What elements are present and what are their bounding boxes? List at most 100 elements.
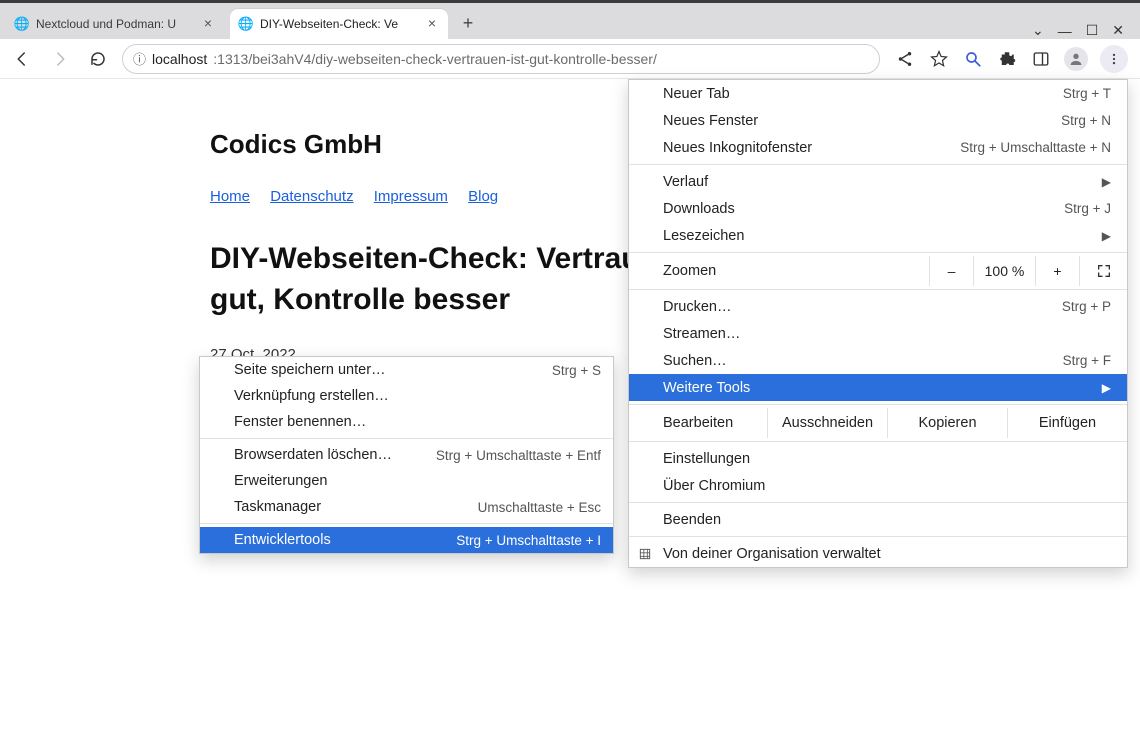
- submenu-create-shortcut[interactable]: Verknüpfung erstellen…: [200, 383, 613, 409]
- menu-print[interactable]: Drucken… Strg + P: [629, 293, 1127, 320]
- menu-new-incognito[interactable]: Neues Inkognitofenster Strg + Umschaltta…: [629, 134, 1127, 161]
- zoom-out-button[interactable]: –: [929, 256, 973, 286]
- menu-item-label: Beenden: [663, 512, 1111, 528]
- submenu-devtools[interactable]: Entwicklertools Strg + Umschalttaste + I: [200, 527, 613, 553]
- nav-link-blog[interactable]: Blog: [468, 188, 498, 205]
- menu-item-label: Seite speichern unter…: [234, 362, 552, 378]
- fullscreen-button[interactable]: [1079, 256, 1127, 286]
- bookmark-star-icon[interactable]: [928, 48, 950, 70]
- menu-item-label: Über Chromium: [663, 478, 1111, 494]
- menu-item-shortcut: Strg + F: [1063, 353, 1111, 368]
- menu-more-tools[interactable]: Weitere Tools ▶: [629, 374, 1127, 401]
- submenu-save-as[interactable]: Seite speichern unter… Strg + S: [200, 357, 613, 383]
- menu-item-shortcut: Strg + T: [1063, 86, 1111, 101]
- menu-item-label: Neues Fenster: [663, 113, 1061, 129]
- globe-icon: 🌐: [14, 16, 30, 32]
- menu-cast[interactable]: Streamen…: [629, 320, 1127, 347]
- menu-downloads[interactable]: Downloads Strg + J: [629, 195, 1127, 222]
- menu-find[interactable]: Suchen… Strg + F: [629, 347, 1127, 374]
- menu-exit[interactable]: Beenden: [629, 506, 1127, 533]
- chevron-right-icon: ▶: [1102, 175, 1111, 189]
- site-info-icon[interactable]: ⓘ: [133, 49, 146, 68]
- search-icon[interactable]: [962, 48, 984, 70]
- menu-item-label: Downloads: [663, 201, 1064, 217]
- tab-title: Nextcloud und Podman: U: [36, 17, 194, 31]
- menu-new-tab[interactable]: Neuer Tab Strg + T: [629, 80, 1127, 107]
- menu-item-label: Entwicklertools: [234, 532, 456, 548]
- menu-item-label: Fenster benennen…: [234, 414, 601, 430]
- menu-item-label: Verknüpfung erstellen…: [234, 388, 601, 404]
- menu-bookmarks[interactable]: Lesezeichen ▶: [629, 222, 1127, 249]
- chevron-down-icon[interactable]: ⌄: [1032, 22, 1044, 39]
- forward-button[interactable]: [46, 45, 74, 73]
- menu-zoom: Zoomen – 100 % +: [629, 256, 1127, 286]
- menu-item-shortcut: Strg + Umschalttaste + I: [456, 533, 601, 548]
- menu-item-shortcut: Strg + N: [1061, 113, 1111, 128]
- close-icon[interactable]: ×: [424, 16, 440, 32]
- nav-link-datenschutz[interactable]: Datenschutz: [270, 188, 353, 205]
- menu-item-label: Weitere Tools: [663, 380, 1094, 396]
- menu-item-label: Einstellungen: [663, 451, 1111, 467]
- zoom-level: 100 %: [973, 256, 1035, 286]
- fullscreen-icon: [1096, 263, 1112, 279]
- more-tools-submenu: Seite speichern unter… Strg + S Verknüpf…: [199, 356, 614, 554]
- menu-item-label: Browserdaten löschen…: [234, 447, 436, 463]
- menu-new-window[interactable]: Neues Fenster Strg + N: [629, 107, 1127, 134]
- menu-item-label: Suchen…: [663, 353, 1063, 369]
- menu-item-shortcut: Strg + P: [1062, 299, 1111, 314]
- extensions-icon[interactable]: [996, 48, 1018, 70]
- edit-paste-button[interactable]: Einfügen: [1007, 408, 1127, 438]
- menu-item-label: Verlauf: [663, 174, 1094, 190]
- profile-avatar[interactable]: [1064, 47, 1088, 71]
- menu-edit: Bearbeiten Ausschneiden Kopieren Einfüge…: [629, 408, 1127, 438]
- menu-item-label: Taskmanager: [234, 499, 478, 515]
- address-bar[interactable]: ⓘ localhost :1313/bei3ahV4/diy-webseiten-…: [122, 44, 880, 74]
- side-panel-icon[interactable]: [1030, 48, 1052, 70]
- back-button[interactable]: [8, 45, 36, 73]
- menu-item-shortcut: Strg + S: [552, 363, 601, 378]
- share-icon[interactable]: [894, 48, 916, 70]
- menu-item-label: Von deiner Organisation verwaltet: [663, 546, 1111, 562]
- menu-settings[interactable]: Einstellungen: [629, 445, 1127, 472]
- edit-cut-button[interactable]: Ausschneiden: [767, 408, 887, 438]
- tab-title: DIY-Webseiten-Check: Ve: [260, 17, 418, 31]
- menu-item-shortcut: Strg + Umschalttaste + Entf: [436, 448, 601, 463]
- url-host: localhost: [152, 51, 207, 67]
- organization-icon: [638, 547, 656, 561]
- close-window-button[interactable]: ✕: [1112, 22, 1124, 39]
- edit-copy-button[interactable]: Kopieren: [887, 408, 1007, 438]
- url-path: :1313/bei3ahV4/diy-webseiten-check-vertr…: [213, 51, 657, 67]
- submenu-extensions[interactable]: Erweiterungen: [200, 468, 613, 494]
- window-controls: ⌄ — ☐ ✕: [1032, 22, 1134, 39]
- menu-item-shortcut: Strg + Umschalttaste + N: [960, 140, 1111, 155]
- menu-item-label: Erweiterungen: [234, 473, 601, 489]
- menu-item-label: Drucken…: [663, 299, 1062, 315]
- chevron-right-icon: ▶: [1102, 229, 1111, 243]
- menu-item-label: Zoomen: [663, 263, 929, 279]
- zoom-in-button[interactable]: +: [1035, 256, 1079, 286]
- browser-tab-0[interactable]: 🌐 Nextcloud und Podman: U ×: [6, 9, 224, 39]
- submenu-taskmanager[interactable]: Taskmanager Umschalttaste + Esc: [200, 494, 613, 520]
- new-tab-button[interactable]: +: [454, 9, 482, 37]
- submenu-clear-data[interactable]: Browserdaten löschen… Strg + Umschalttas…: [200, 442, 613, 468]
- toolbar-actions: [890, 45, 1132, 73]
- reload-button[interactable]: [84, 45, 112, 73]
- nav-link-impressum[interactable]: Impressum: [374, 188, 448, 205]
- menu-item-shortcut: Strg + J: [1064, 201, 1111, 216]
- maximize-button[interactable]: ☐: [1086, 22, 1099, 39]
- browser-menu: Neuer Tab Strg + T Neues Fenster Strg + …: [628, 79, 1128, 568]
- close-icon[interactable]: ×: [200, 16, 216, 32]
- menu-history[interactable]: Verlauf ▶: [629, 168, 1127, 195]
- menu-item-label: Neuer Tab: [663, 86, 1063, 102]
- menu-managed-by-org[interactable]: Von deiner Organisation verwaltet: [629, 540, 1127, 567]
- minimize-button[interactable]: —: [1058, 23, 1072, 39]
- submenu-name-window[interactable]: Fenster benennen…: [200, 409, 613, 435]
- menu-about[interactable]: Über Chromium: [629, 472, 1127, 499]
- menu-button[interactable]: [1100, 45, 1128, 73]
- chevron-right-icon: ▶: [1102, 381, 1111, 395]
- menu-item-label: Bearbeiten: [663, 408, 767, 438]
- nav-link-home[interactable]: Home: [210, 188, 250, 205]
- browser-toolbar: ⓘ localhost :1313/bei3ahV4/diy-webseiten-…: [0, 39, 1140, 79]
- browser-tab-1[interactable]: 🌐 DIY-Webseiten-Check: Ve ×: [230, 9, 448, 39]
- tab-strip: 🌐 Nextcloud und Podman: U × 🌐 DIY-Websei…: [0, 3, 1140, 39]
